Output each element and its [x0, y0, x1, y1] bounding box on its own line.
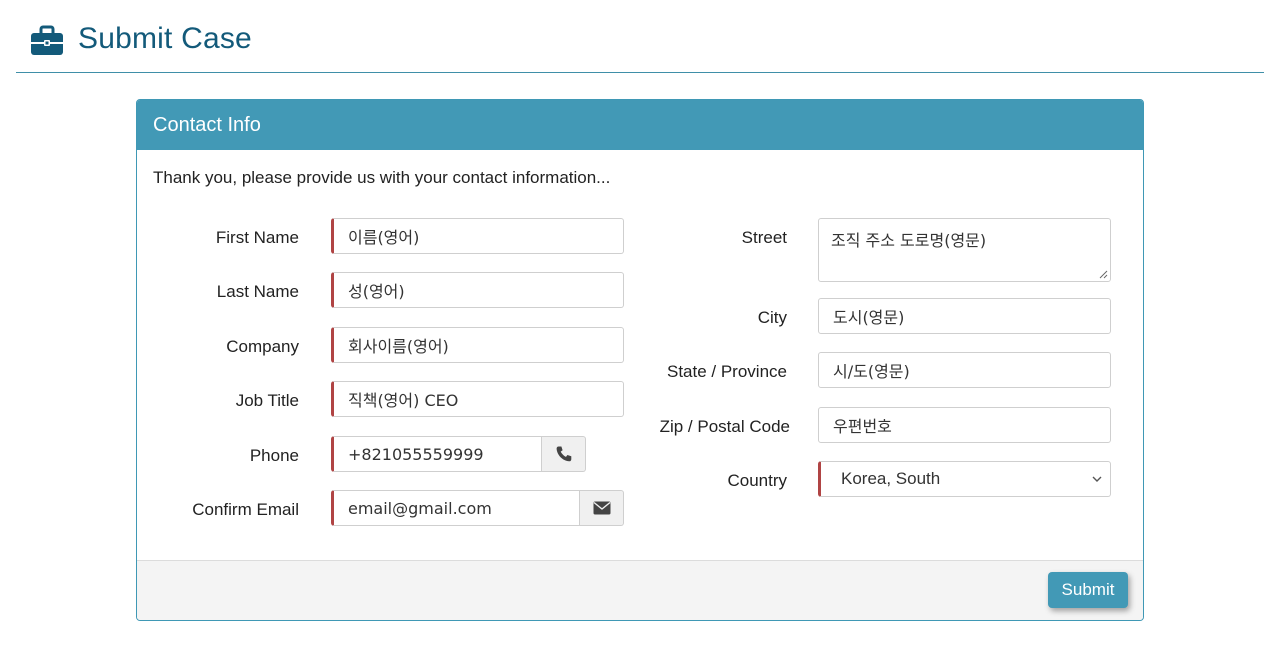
first-name-label: First Name	[215, 228, 299, 247]
street-textarea[interactable]: 조직 주소 도로명(영문)	[818, 218, 1111, 282]
briefcase-icon	[31, 25, 63, 55]
street-label: Street	[741, 228, 787, 247]
company-label: Company	[226, 337, 299, 356]
job-title-input[interactable]	[331, 381, 624, 417]
panel-footer: Submit	[137, 560, 1143, 620]
zip-postal-code-input[interactable]	[818, 407, 1111, 443]
country-label: Country	[727, 471, 787, 490]
page-header: Submit Case	[16, 0, 1264, 73]
confirm-email-input[interactable]	[331, 490, 580, 526]
job-title-label: Job Title	[235, 391, 299, 410]
phone-label: Phone	[249, 446, 299, 465]
last-name-label: Last Name	[216, 282, 299, 301]
submit-button[interactable]: Submit	[1048, 572, 1128, 608]
phone-input[interactable]	[331, 436, 542, 472]
intro-text: Thank you, please provide us with your c…	[153, 168, 611, 187]
chevron-down-icon	[1092, 476, 1102, 482]
last-name-input[interactable]	[331, 272, 624, 308]
first-name-input[interactable]	[331, 218, 624, 254]
phone-addon	[542, 436, 586, 472]
state-province-label: State / Province	[666, 362, 787, 381]
contact-info-panel: Contact Info Thank you, please provide u…	[136, 99, 1144, 621]
company-input[interactable]	[331, 327, 624, 363]
city-label: City	[757, 308, 787, 327]
phone-icon	[556, 446, 571, 462]
email-addon	[580, 490, 624, 526]
confirm-email-label: Confirm Email	[192, 500, 299, 519]
state-province-input[interactable]	[818, 352, 1111, 388]
country-select[interactable]: Korea, South	[818, 461, 1111, 497]
zip-postal-code-label: Zip / Postal Code	[659, 417, 790, 436]
city-input[interactable]	[818, 298, 1111, 334]
envelope-icon	[593, 501, 610, 515]
panel-heading: Contact Info	[137, 100, 1143, 150]
resize-grip-icon[interactable]	[1098, 269, 1108, 279]
country-selected-value: Korea, South	[841, 469, 941, 488]
page-title: Submit Case	[78, 22, 252, 55]
